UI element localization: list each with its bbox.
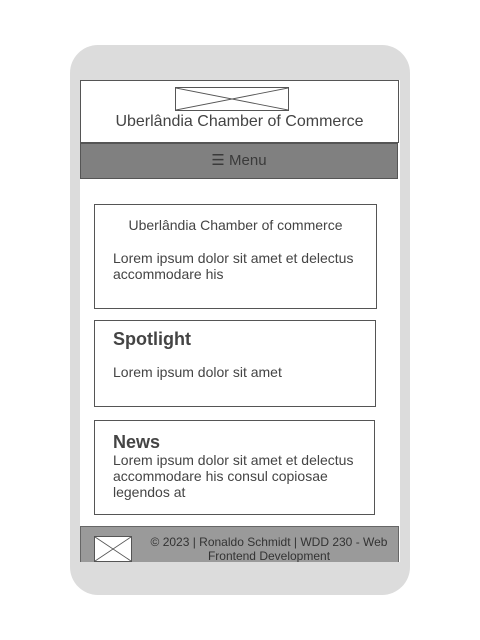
menu-bar: ☰ Menu bbox=[80, 143, 398, 179]
site-title: Uberlândia Chamber of Commerce bbox=[115, 113, 364, 130]
card-spotlight: Spotlight Lorem ipsum dolor sit amet bbox=[94, 320, 376, 407]
card-heading: News bbox=[113, 432, 161, 452]
card-heading: Spotlight bbox=[113, 329, 191, 349]
menu-button[interactable]: ☰ Menu bbox=[81, 144, 397, 178]
card-intro: Uberlândia Chamber of commerce Lorem ips… bbox=[94, 204, 377, 309]
card-title: Uberlândia Chamber of commerce bbox=[128, 217, 343, 233]
site-header: Uberlândia Chamber of Commerce bbox=[80, 80, 399, 143]
mobile-screen: Uberlândia Chamber of Commerce ☰ Menu Ub… bbox=[80, 80, 400, 562]
image-placeholder-icon bbox=[175, 87, 289, 111]
card-text: Lorem ipsum dolor sit amet et delectus a… bbox=[113, 452, 354, 500]
site-footer: © 2023 | Ronaldo Schmidt | WDD 230 - Web… bbox=[80, 526, 399, 562]
footer-text: © 2023 | Ronaldo Schmidt | WDD 230 - Web… bbox=[150, 535, 388, 562]
card-text: Lorem ipsum dolor sit amet bbox=[113, 364, 282, 380]
card-news: News Lorem ipsum dolor sit amet et delec… bbox=[94, 420, 375, 515]
card-text: Lorem ipsum dolor sit amet et delectus a… bbox=[113, 250, 354, 282]
image-placeholder-icon bbox=[94, 536, 132, 562]
